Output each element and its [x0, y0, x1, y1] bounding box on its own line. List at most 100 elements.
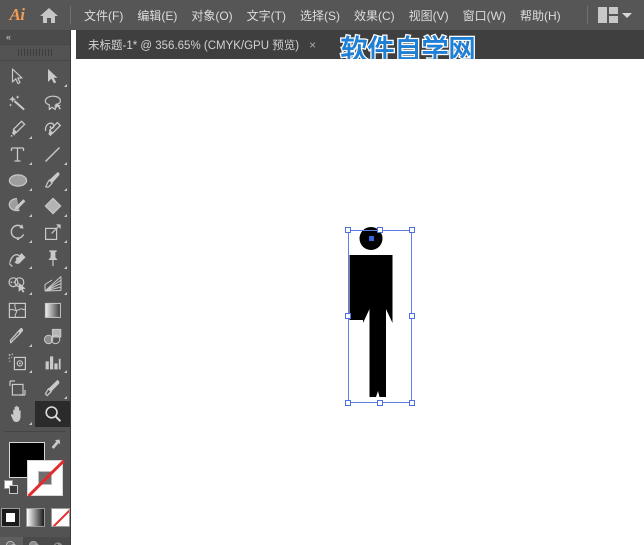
human-pictogram[interactable]	[342, 224, 415, 406]
artboard-icon	[9, 380, 26, 396]
magnifier-icon	[44, 406, 61, 422]
menu-object[interactable]: 对象(O)	[184, 0, 239, 30]
hand-tool[interactable]	[0, 401, 35, 427]
line-segment-tool[interactable]	[35, 141, 70, 167]
gradient-tool[interactable]	[35, 297, 70, 323]
flyout-corner-icon	[64, 396, 67, 399]
draw-behind-button[interactable]	[23, 537, 47, 545]
menu-help[interactable]: 帮助(H)	[513, 0, 568, 30]
none-slash-icon	[27, 459, 65, 497]
symbol-sprayer-tool[interactable]	[0, 349, 35, 375]
ellipse-tool[interactable]	[0, 167, 35, 193]
double-chevron-left-icon[interactable]: «	[6, 32, 11, 42]
curvature-tool[interactable]	[35, 115, 70, 141]
home-icon[interactable]	[34, 0, 64, 30]
eyedropper-tool[interactable]	[0, 323, 35, 349]
type-t-icon	[10, 146, 25, 162]
tools-panel-header[interactable]: «	[0, 30, 70, 45]
workspace-switcher[interactable]	[594, 7, 636, 23]
menu-select[interactable]: 选择(S)	[293, 0, 347, 30]
width-tool[interactable]	[0, 245, 35, 271]
free-transform-tool[interactable]	[35, 245, 70, 271]
shaper-tool[interactable]	[0, 193, 35, 219]
artboard-tool[interactable]	[0, 375, 35, 401]
flyout-corner-icon	[64, 162, 67, 165]
flyout-corner-icon	[29, 292, 32, 295]
tool-grid	[0, 61, 70, 427]
menu-effect[interactable]: 效果(C)	[347, 0, 402, 30]
draw-mode-row	[0, 537, 70, 545]
slice-tool[interactable]	[35, 375, 70, 401]
menubar-divider-right	[587, 6, 588, 24]
selection-handle-bottom-left[interactable]	[345, 400, 351, 406]
rotate-tool[interactable]	[0, 219, 35, 245]
flyout-corner-icon	[29, 422, 32, 425]
center-anchor-point[interactable]	[368, 236, 374, 241]
artboard-canvas[interactable]	[76, 59, 644, 545]
draw-normal-button[interactable]	[0, 537, 24, 545]
flyout-corner-icon	[64, 266, 67, 269]
eraser-tool[interactable]	[35, 193, 70, 219]
flyout-corner-icon	[29, 214, 32, 217]
selection-handle-top-left[interactable]	[345, 227, 351, 233]
draw-normal-icon	[5, 540, 16, 545]
paintbrush-icon	[44, 172, 60, 188]
blend-tool[interactable]	[35, 323, 70, 349]
close-icon[interactable]: ×	[309, 38, 316, 52]
selection-handle-top-right[interactable]	[409, 227, 415, 233]
draw-inside-button[interactable]	[46, 537, 70, 545]
chevron-down-icon	[622, 12, 632, 18]
menu-view[interactable]: 视图(V)	[402, 0, 456, 30]
symbol-sprayer-icon	[8, 353, 27, 371]
eraser-icon	[44, 197, 61, 215]
menu-edit[interactable]: 编辑(E)	[130, 0, 184, 30]
scale-tool[interactable]	[35, 219, 70, 245]
perspective-grid-tool[interactable]	[35, 271, 70, 297]
selection-handle-middle-left[interactable]	[345, 313, 351, 319]
menu-window[interactable]: 窗口(W)	[456, 0, 513, 30]
flyout-corner-icon	[29, 344, 32, 347]
selection-bounding-box	[348, 230, 412, 403]
document-tab[interactable]: 未标题-1* @ 356.65% (CMYK/GPU 预览) ×	[76, 30, 329, 59]
stroke-swatch[interactable]	[27, 459, 65, 497]
default-fill-stroke-icon[interactable]	[4, 480, 19, 500]
flyout-corner-icon	[29, 266, 32, 269]
flyout-corner-icon	[29, 136, 32, 139]
selection-handle-middle-right[interactable]	[409, 313, 415, 319]
line-icon	[45, 146, 60, 162]
lasso-tool[interactable]	[35, 89, 70, 115]
illustrator-window: Ai 文件(F) 编辑(E) 对象(O) 文字(T) 选择(S) 效果(C) 视…	[0, 0, 644, 545]
menu-file[interactable]: 文件(F)	[77, 0, 130, 30]
white-arrow-icon	[48, 68, 58, 83]
gradient-icon	[44, 302, 61, 318]
flyout-corner-icon	[29, 188, 32, 191]
direct-selection-tool[interactable]	[35, 63, 70, 89]
scale-icon	[44, 224, 61, 241]
zoom-tool[interactable]	[35, 401, 70, 427]
document-tab-title: 未标题-1* @ 356.65% (CMYK/GPU 预览)	[88, 39, 300, 52]
free-transform-pin-icon	[47, 250, 58, 266]
panel-grip[interactable]	[0, 45, 70, 61]
magic-wand-tool[interactable]	[0, 89, 35, 115]
fill-stroke-controls	[0, 436, 70, 502]
swap-fill-stroke-icon[interactable]	[51, 439, 64, 457]
selection-handle-bottom-center[interactable]	[377, 400, 383, 406]
app-logo: Ai	[9, 5, 25, 24]
gradient-mode-button[interactable]	[25, 508, 45, 527]
selection-handle-bottom-right[interactable]	[409, 400, 415, 406]
paintbrush-tool[interactable]	[35, 167, 70, 193]
color-mode-button[interactable]	[0, 508, 20, 527]
solid-color-icon	[5, 513, 15, 522]
menubar-right-group	[581, 6, 644, 24]
type-tool[interactable]	[0, 141, 35, 167]
mesh-icon	[8, 302, 26, 318]
magic-wand-icon	[9, 94, 25, 110]
column-graph-tool[interactable]	[35, 349, 70, 375]
pen-tool[interactable]	[0, 115, 35, 141]
menu-type[interactable]: 文字(T)	[240, 0, 293, 30]
mesh-tool[interactable]	[0, 297, 35, 323]
shape-builder-tool[interactable]	[0, 271, 35, 297]
selection-tool[interactable]	[0, 63, 35, 89]
none-mode-button[interactable]	[50, 508, 70, 527]
selection-handle-top-center[interactable]	[377, 227, 383, 233]
